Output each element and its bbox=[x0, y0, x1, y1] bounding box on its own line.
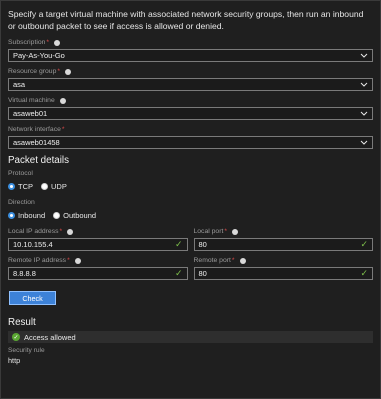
direction-inbound-radio[interactable]: Inbound bbox=[8, 211, 45, 220]
packet-details-heading: Packet details bbox=[8, 155, 69, 166]
virtual-machine-dropdown[interactable]: asaweb01 bbox=[8, 107, 373, 120]
info-icon[interactable] bbox=[239, 257, 246, 264]
virtual-machine-label: Virtual machine bbox=[8, 97, 55, 104]
radio-unselected-icon bbox=[53, 212, 61, 219]
intro-text: Specify a target virtual machine with as… bbox=[8, 9, 364, 31]
remote-row: Remote IP address * 8.8.8.8 ✓ Remote port… bbox=[8, 256, 373, 285]
remote-ip-label: Remote IP address bbox=[8, 257, 67, 264]
chevron-down-icon bbox=[359, 80, 368, 89]
remote-port-field: Remote port * 80 ✓ bbox=[193, 256, 373, 280]
protocol-udp-radio[interactable]: UDP bbox=[41, 182, 67, 191]
required-star: * bbox=[231, 257, 235, 264]
required-star: * bbox=[67, 257, 70, 264]
local-port-input[interactable]: 80 ✓ bbox=[193, 238, 373, 251]
remote-ip-field: Remote IP address * 8.8.8.8 ✓ bbox=[8, 256, 188, 280]
check-button[interactable]: Check bbox=[9, 291, 56, 305]
protocol-radio-group: TCP UDP bbox=[8, 180, 373, 193]
local-port-label: Local port bbox=[193, 228, 224, 235]
network-interface-dropdown[interactable]: asaweb01458 bbox=[8, 136, 373, 149]
checkmark-icon: ✓ bbox=[360, 268, 368, 278]
direction-radio-group: Inbound Outbound bbox=[8, 209, 373, 222]
direction-field: Direction Inbound Outbound bbox=[8, 198, 373, 222]
subscription-value: Pay-As-You-Go bbox=[13, 51, 65, 60]
info-icon[interactable] bbox=[54, 39, 61, 46]
protocol-label: Protocol bbox=[8, 170, 33, 177]
result-status-bar: ✓ Access allowed bbox=[8, 331, 373, 343]
local-ip-field: Local IP address * 10.10.155.4 ✓ bbox=[8, 227, 188, 251]
remote-port-label: Remote port bbox=[193, 257, 231, 264]
remote-ip-input[interactable]: 8.8.8.8 ✓ bbox=[8, 267, 188, 280]
info-icon[interactable] bbox=[232, 228, 239, 235]
resource-group-dropdown[interactable]: asa bbox=[8, 78, 373, 91]
checkmark-icon: ✓ bbox=[174, 268, 183, 278]
info-icon[interactable] bbox=[59, 97, 66, 104]
direction-outbound-radio[interactable]: Outbound bbox=[53, 211, 96, 220]
remote-port-input[interactable]: 80 ✓ bbox=[193, 267, 373, 280]
chevron-down-icon bbox=[359, 51, 368, 60]
local-port-value: 80 bbox=[198, 240, 207, 249]
network-check-panel: Specify a target virtual machine with as… bbox=[0, 0, 381, 399]
virtual-machine-value: asaweb01 bbox=[13, 109, 48, 118]
required-star: * bbox=[59, 228, 63, 235]
required-star: * bbox=[46, 39, 50, 46]
subscription-field: Subscription * Pay-As-You-Go bbox=[8, 38, 373, 62]
required-star: * bbox=[224, 228, 228, 235]
resource-group-field: Resource group * asa bbox=[8, 67, 373, 91]
info-icon[interactable] bbox=[67, 228, 74, 235]
radio-selected-icon bbox=[8, 183, 15, 190]
info-icon[interactable] bbox=[65, 68, 72, 75]
resource-group-value: asa bbox=[13, 80, 26, 89]
chevron-down-icon bbox=[359, 138, 368, 147]
virtual-machine-field: Virtual machine asaweb01 bbox=[8, 96, 373, 120]
local-port-field: Local port * 80 ✓ bbox=[193, 227, 373, 251]
required-star: * bbox=[57, 68, 61, 75]
chevron-down-icon bbox=[359, 109, 368, 118]
resource-group-label: Resource group bbox=[8, 68, 57, 75]
protocol-tcp-radio[interactable]: TCP bbox=[8, 182, 33, 191]
result-heading: Result bbox=[8, 317, 36, 328]
subscription-label: Subscription bbox=[8, 39, 46, 46]
success-circle-icon: ✓ bbox=[12, 333, 20, 341]
protocol-field: Protocol TCP UDP bbox=[8, 169, 373, 193]
info-icon[interactable] bbox=[74, 257, 81, 264]
radio-selected-icon bbox=[8, 212, 15, 219]
local-ip-input[interactable]: 10.10.155.4 ✓ bbox=[8, 238, 188, 251]
direction-label: Direction bbox=[8, 199, 35, 206]
required-star: * bbox=[61, 126, 65, 133]
radio-unselected-icon bbox=[41, 183, 48, 190]
network-interface-field: Network interface * asaweb01458 bbox=[8, 125, 373, 149]
local-row: Local IP address * 10.10.155.4 ✓ Local po… bbox=[8, 227, 373, 256]
network-interface-value: asaweb01458 bbox=[13, 138, 60, 147]
checkmark-icon: ✓ bbox=[360, 239, 368, 249]
remote-port-value: 80 bbox=[198, 269, 207, 278]
subscription-dropdown[interactable]: Pay-As-You-Go bbox=[8, 49, 373, 62]
network-interface-label: Network interface bbox=[8, 126, 61, 133]
local-ip-value: 10.10.155.4 bbox=[13, 240, 53, 249]
local-ip-label: Local IP address bbox=[8, 228, 59, 235]
remote-ip-value: 8.8.8.8 bbox=[13, 269, 36, 278]
checkmark-icon: ✓ bbox=[174, 239, 183, 249]
security-rule-value: http bbox=[8, 356, 21, 365]
security-rule-label: Security rule bbox=[8, 347, 45, 354]
result-status-text: Access allowed bbox=[24, 332, 76, 342]
